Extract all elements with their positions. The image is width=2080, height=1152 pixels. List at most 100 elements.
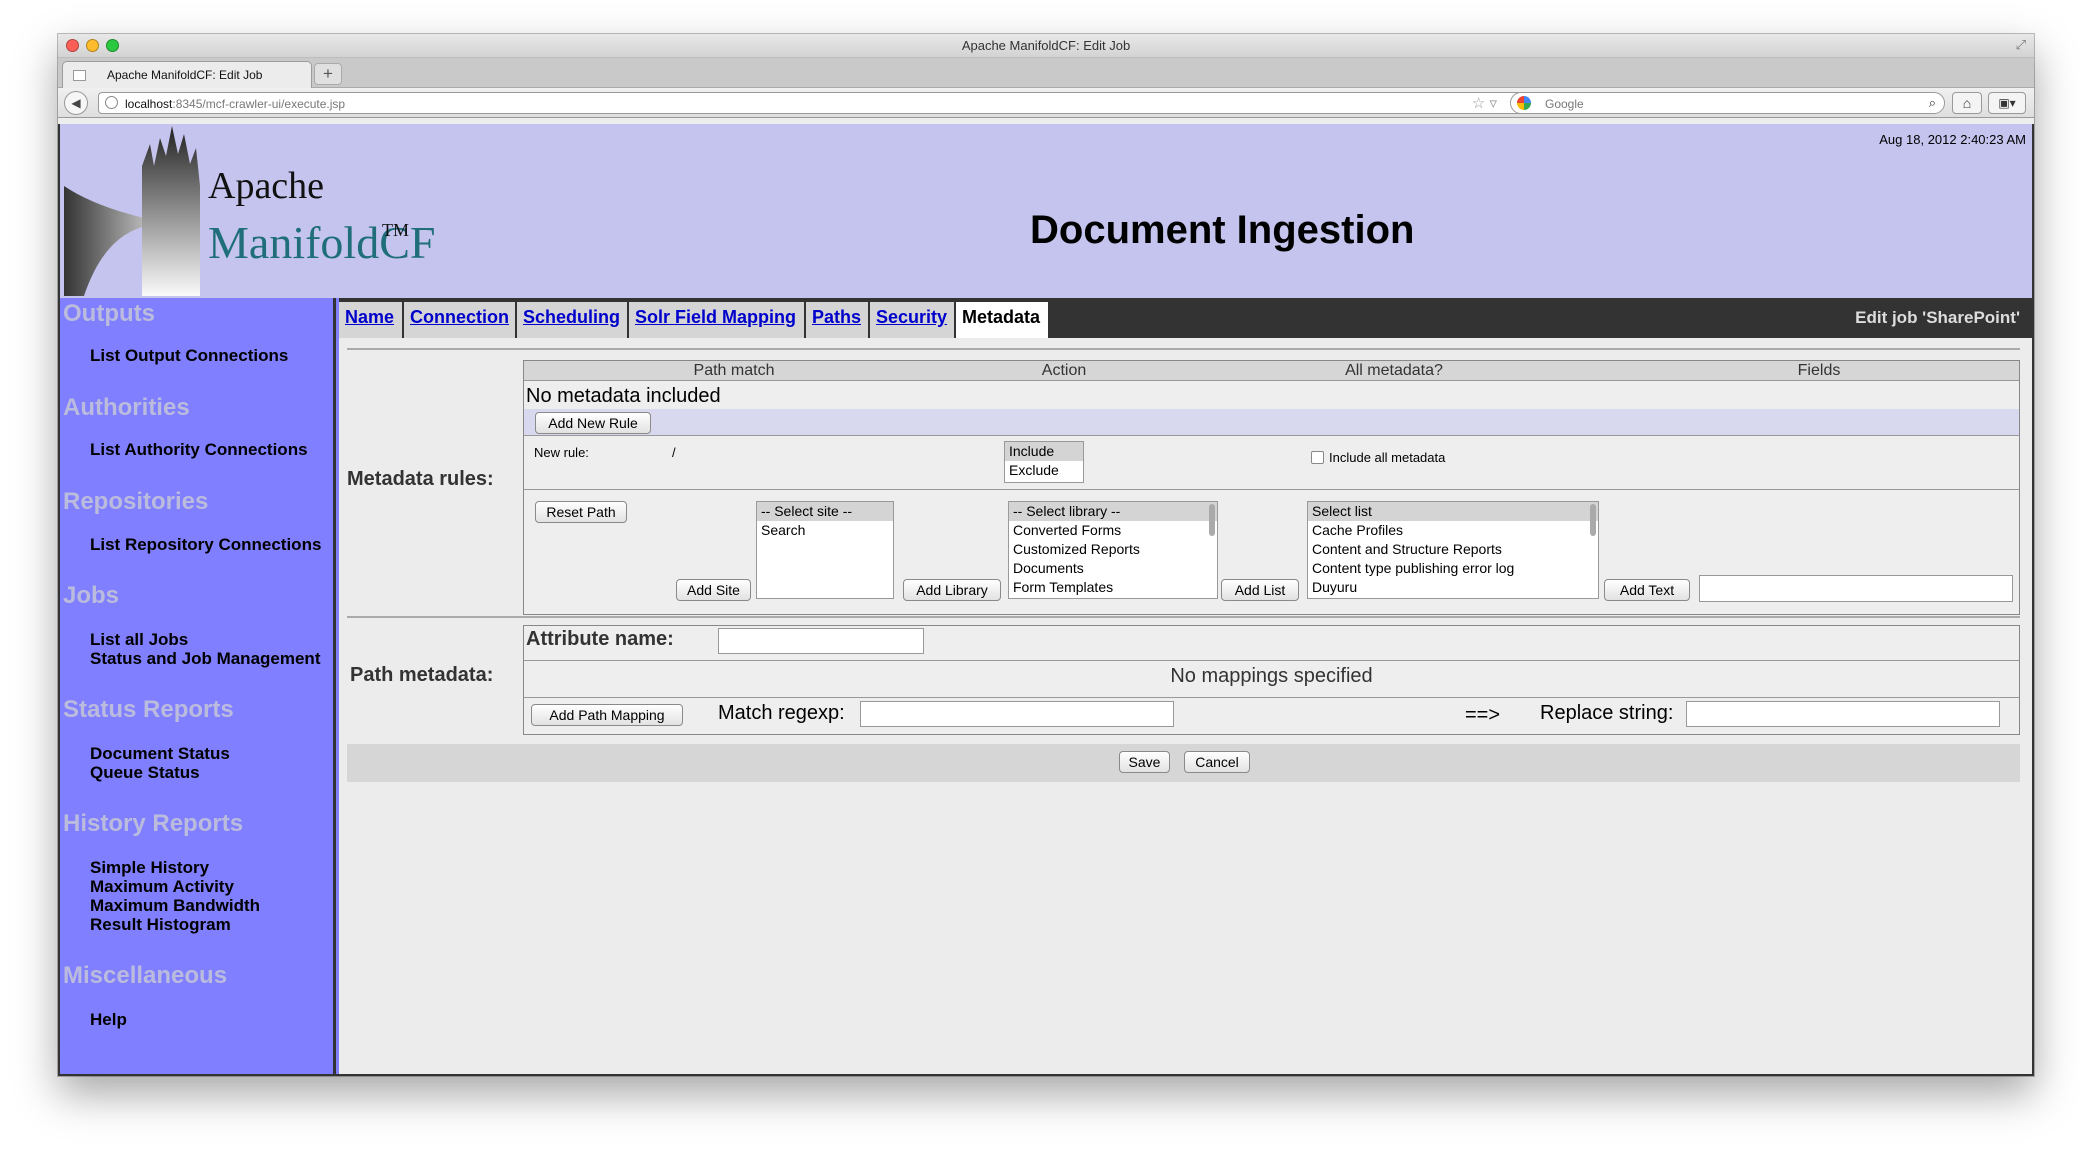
fields-text-input[interactable] xyxy=(1699,575,2013,602)
sidebar-item-document-status[interactable]: Document Status xyxy=(90,744,230,763)
library-option[interactable]: Documents xyxy=(1009,559,1217,578)
site-select[interactable]: -- Select site -- Search xyxy=(756,501,894,599)
list-option[interactable]: Content and Structure Reports xyxy=(1308,540,1598,559)
action-option-include[interactable]: Include xyxy=(1005,442,1083,461)
tab-connection[interactable]: Connection xyxy=(404,302,517,338)
sidebar-item-result-histogram[interactable]: Result Histogram xyxy=(90,915,231,934)
list-option[interactable]: Content type publishing error log xyxy=(1308,559,1598,578)
add-new-rule-button[interactable]: Add New Rule xyxy=(535,412,651,434)
page-content: Apache ManifoldCF TM Document Ingestion … xyxy=(58,124,2034,1076)
include-all-metadata-checkbox[interactable] xyxy=(1311,451,1324,464)
reset-path-button[interactable]: Reset Path xyxy=(535,501,627,523)
tab-metadata[interactable]: Metadata xyxy=(956,302,1050,338)
action-option-exclude[interactable]: Exclude xyxy=(1005,461,1083,480)
add-site-button[interactable]: Add Site xyxy=(676,579,751,601)
new-rule-label: New rule: xyxy=(534,445,589,460)
fullscreen-icon[interactable]: ⤢ xyxy=(2016,37,2026,53)
divider xyxy=(524,435,2019,436)
back-button[interactable]: ◀ xyxy=(64,91,88,115)
path-metadata-label: Path metadata: xyxy=(350,664,494,686)
library-option[interactable]: Converted Forms xyxy=(1009,521,1217,540)
sidebar-heading-jobs: Jobs xyxy=(63,582,120,609)
address-bar[interactable]: localhost:8345/mcf-crawler-ui/execute.js… xyxy=(98,92,1548,114)
manifoldcf-logo xyxy=(64,126,200,296)
scrollbar[interactable] xyxy=(1590,504,1596,536)
list-option[interactable]: Duyuru xyxy=(1308,578,1598,597)
site-option[interactable]: -- Select site -- xyxy=(757,502,893,521)
sidebar-item-simple-history[interactable]: Simple History xyxy=(90,858,209,877)
search-icon[interactable]: ⌕ xyxy=(1929,95,1936,111)
bookmark-star-icon[interactable]: ☆ ▿ xyxy=(1472,94,1497,112)
add-rule-row: Add New Rule xyxy=(524,409,2019,435)
scrollbar[interactable] xyxy=(1209,504,1215,536)
no-metadata-message: No metadata included xyxy=(526,385,721,407)
tab-security[interactable]: Security xyxy=(870,302,956,338)
browser-tab-bar: Apache ManifoldCF: Edit Job + xyxy=(58,58,2034,88)
sidebar-item-queue-status[interactable]: Queue Status xyxy=(90,763,200,782)
sidebar-item-list-repository-connections[interactable]: List Repository Connections xyxy=(90,535,321,554)
form-footer: Save Cancel xyxy=(347,744,2020,782)
list-select[interactable]: Select list Cache Profiles Content and S… xyxy=(1307,501,1599,599)
divider xyxy=(524,697,2019,698)
replace-string-input[interactable] xyxy=(1686,701,2000,727)
add-library-button[interactable]: Add Library xyxy=(903,579,1001,601)
sidebar-heading-outputs: Outputs xyxy=(63,300,155,327)
sidebar-heading-authorities: Authorities xyxy=(63,394,190,421)
sidebar-item-maximum-bandwidth[interactable]: Maximum Bandwidth xyxy=(90,896,260,915)
sidebar-heading-status-reports: Status Reports xyxy=(63,696,234,723)
tab-name[interactable]: Name xyxy=(339,302,404,338)
navigation-bar: ◀ localhost:8345/mcf-crawler-ui/execute.… xyxy=(58,88,2034,118)
library-option[interactable]: -- Select library -- xyxy=(1009,502,1217,521)
action-select[interactable]: Include Exclude xyxy=(1004,441,1084,483)
library-select[interactable]: -- Select library -- Converted Forms Cus… xyxy=(1008,501,1218,599)
cancel-button[interactable]: Cancel xyxy=(1184,751,1250,773)
edit-job-label: Edit job 'SharePoint' xyxy=(1855,308,2020,327)
window-title: Apache ManifoldCF: Edit Job xyxy=(961,38,1131,53)
tab-scheduling[interactable]: Scheduling xyxy=(517,302,629,338)
list-option[interactable]: Cache Profiles xyxy=(1308,521,1598,540)
sidebar-item-list-output-connections[interactable]: List Output Connections xyxy=(90,346,288,365)
no-mappings-message: No mappings specified xyxy=(1170,665,1373,687)
sidebar-item-list-all-jobs[interactable]: List all Jobs xyxy=(90,630,188,649)
metadata-rules-table: Path match Action All metadata? Fields N… xyxy=(523,360,2020,615)
rules-header-row: Path match Action All metadata? Fields xyxy=(524,361,2019,381)
match-regexp-label: Match regexp: xyxy=(718,702,845,724)
home-button[interactable]: ⌂ xyxy=(1952,92,1982,114)
new-tab-button[interactable]: + xyxy=(314,63,342,85)
column-header-action: Action xyxy=(1041,362,1087,379)
column-header-path-match: Path match xyxy=(693,362,775,379)
tab-solr-field-mapping[interactable]: Solr Field Mapping xyxy=(629,302,806,338)
tab-paths[interactable]: Paths xyxy=(806,302,870,338)
page-icon xyxy=(73,70,86,81)
include-all-metadata-label: Include all metadata xyxy=(1329,450,1446,465)
save-button[interactable]: Save xyxy=(1119,751,1170,773)
attribute-name-input[interactable] xyxy=(718,628,924,654)
sidebar-item-status-and-job-management[interactable]: Status and Job Management xyxy=(90,649,320,668)
path-metadata-table: Attribute name: No mappings specified Ad… xyxy=(523,625,2020,735)
list-option[interactable]: Select list xyxy=(1308,502,1598,521)
add-path-mapping-button[interactable]: Add Path Mapping xyxy=(531,704,683,726)
new-rule-path: / xyxy=(672,445,676,460)
logo-text-apache: Apache xyxy=(208,165,325,207)
tools-button[interactable]: ▣▾ xyxy=(1988,92,2026,114)
library-option[interactable]: Form Templates xyxy=(1009,578,1217,597)
sidebar-item-help[interactable]: Help xyxy=(90,1010,127,1029)
site-option[interactable]: Search xyxy=(757,521,893,540)
search-bar[interactable]: Google ⌕ xyxy=(1510,92,1945,114)
google-icon xyxy=(1517,96,1531,110)
match-regexp-input[interactable] xyxy=(860,701,1174,727)
library-option[interactable]: Customized Reports xyxy=(1009,540,1217,559)
attribute-name-label: Attribute name: xyxy=(526,628,674,650)
sidebar-item-maximum-activity[interactable]: Maximum Activity xyxy=(90,877,234,896)
mapping-arrow: ==> xyxy=(1465,704,1501,726)
sidebar-heading-history-reports: History Reports xyxy=(63,810,244,837)
sidebar-item-list-authority-connections[interactable]: List Authority Connections xyxy=(90,440,308,459)
divider xyxy=(347,616,2020,618)
title-bar: Apache ManifoldCF: Edit Job ⤢ xyxy=(58,34,2034,58)
metadata-rules-label: Metadata rules: xyxy=(347,468,494,490)
divider xyxy=(524,660,2019,661)
job-editor: Name Connection Scheduling Solr Field Ma… xyxy=(339,298,2032,1074)
add-list-button[interactable]: Add List xyxy=(1221,579,1299,601)
add-text-button[interactable]: Add Text xyxy=(1604,579,1690,601)
browser-tab[interactable]: Apache ManifoldCF: Edit Job xyxy=(62,61,312,88)
